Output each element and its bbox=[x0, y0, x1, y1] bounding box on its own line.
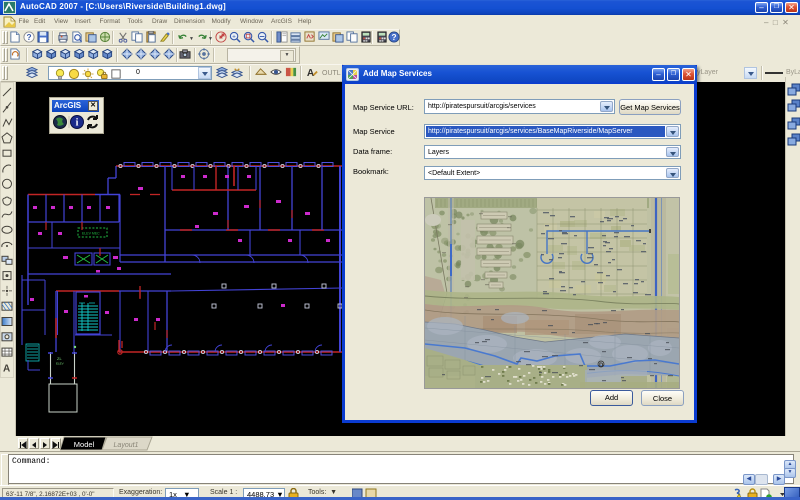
svg-text:+: + bbox=[232, 33, 236, 40]
svg-text:Layout1: Layout1 bbox=[114, 442, 139, 449]
svg-text:A: A bbox=[307, 68, 315, 78]
svg-text:Model: Model bbox=[74, 440, 95, 449]
svg-text:A: A bbox=[3, 363, 10, 374]
svg-text:?: ? bbox=[26, 32, 31, 42]
svg-text:ZL: ZL bbox=[57, 356, 62, 361]
svg-text:ELEV MEC: ELEV MEC bbox=[82, 232, 100, 236]
svg-text:?: ? bbox=[391, 32, 396, 42]
svg-text:i: i bbox=[76, 118, 79, 129]
svg-text:ELEV: ELEV bbox=[56, 362, 64, 366]
